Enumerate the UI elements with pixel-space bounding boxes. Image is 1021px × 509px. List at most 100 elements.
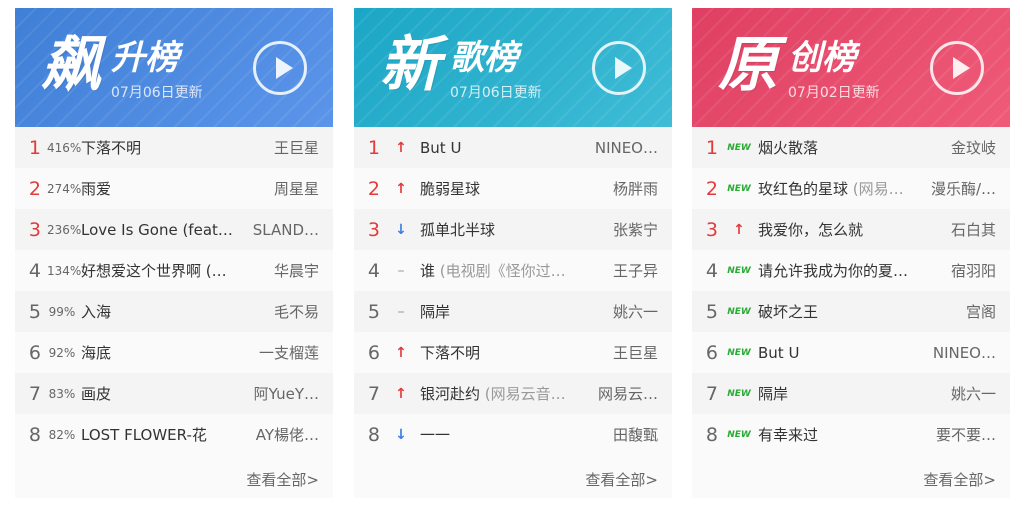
song-title[interactable]: 玫红色的星球 (网易… bbox=[754, 178, 918, 199]
artist-name[interactable]: AY楊佬… bbox=[241, 424, 333, 445]
song-title[interactable]: But U bbox=[416, 139, 580, 157]
song-row[interactable]: 5 99% 入海 毛不易 bbox=[15, 291, 333, 332]
song-title[interactable]: LOST FLOWER-花 bbox=[77, 424, 241, 445]
artist-name[interactable]: 网易云… bbox=[580, 383, 672, 404]
song-row[interactable]: 5 NEW 破坏之王 宫阁 bbox=[692, 291, 1010, 332]
artist-name[interactable]: 一支榴莲 bbox=[241, 342, 333, 363]
song-row[interactable]: 6 ↑ 下落不明 王巨星 bbox=[354, 332, 672, 373]
song-title[interactable]: 我爱你，怎么就 bbox=[754, 219, 918, 240]
song-row[interactable]: 2 274% 雨爱 周星星 bbox=[15, 168, 333, 209]
song-title[interactable]: Love Is Gone (feat… bbox=[77, 221, 241, 239]
artist-name[interactable]: 姚六一 bbox=[580, 301, 672, 322]
artist-name[interactable]: 姚六一 bbox=[918, 383, 1010, 404]
song-name[interactable]: 好想爱这个世界啊 (… bbox=[81, 262, 227, 280]
song-row[interactable]: 1 ↑ But U NINEO… bbox=[354, 127, 672, 168]
song-title[interactable]: But U bbox=[754, 344, 918, 362]
view-all-link[interactable]: 查看全部> bbox=[246, 469, 319, 490]
song-title[interactable]: 孤单北半球 bbox=[416, 219, 580, 240]
artist-name[interactable]: SLAND… bbox=[241, 221, 333, 239]
song-name[interactable]: 入海 bbox=[81, 303, 111, 321]
artist-name[interactable]: 要不要… bbox=[918, 424, 1010, 445]
artist-name[interactable]: 王子异 bbox=[580, 260, 672, 281]
artist-name[interactable]: 王巨星 bbox=[241, 137, 333, 158]
artist-name[interactable]: 杨胖雨 bbox=[580, 178, 672, 199]
song-row[interactable]: 2 NEW 玫红色的星球 (网易… 漫乐酶/… bbox=[692, 168, 1010, 209]
song-title[interactable]: 有幸来过 bbox=[754, 424, 918, 445]
song-name[interactable]: 下落不明 bbox=[420, 344, 480, 362]
artist-name[interactable]: 王巨星 bbox=[580, 342, 672, 363]
song-name[interactable]: 画皮 bbox=[81, 385, 111, 403]
song-name[interactable]: 下落不明 bbox=[81, 139, 141, 157]
song-name[interactable]: 破坏之王 bbox=[758, 303, 818, 321]
artist-name[interactable]: 张紫宁 bbox=[580, 219, 672, 240]
song-name[interactable]: 我爱你，怎么就 bbox=[758, 221, 863, 239]
song-row[interactable]: 2 ↑ 脆弱星球 杨胖雨 bbox=[354, 168, 672, 209]
song-title[interactable]: 好想爱这个世界啊 (… bbox=[77, 260, 241, 281]
view-all-link[interactable]: 查看全部> bbox=[585, 469, 658, 490]
song-name[interactable]: 银河赴约 bbox=[420, 385, 480, 403]
song-name[interactable]: 有幸来过 bbox=[758, 426, 818, 444]
song-row[interactable]: 6 92% 海底 一支榴莲 bbox=[15, 332, 333, 373]
artist-name[interactable]: 周星星 bbox=[241, 178, 333, 199]
song-row[interactable]: 8 82% LOST FLOWER-花 AY楊佬… bbox=[15, 414, 333, 455]
song-row[interactable]: 3 ↓ 孤单北半球 张紫宁 bbox=[354, 209, 672, 250]
song-name[interactable]: 脆弱星球 bbox=[420, 180, 480, 198]
artist-name[interactable]: 金玟岐 bbox=[918, 137, 1010, 158]
song-title[interactable]: 隔岸 bbox=[754, 383, 918, 404]
play-all-icon[interactable] bbox=[930, 41, 984, 95]
artist-name[interactable]: NINEO… bbox=[918, 344, 1010, 362]
song-row[interactable]: 1 416% 下落不明 王巨星 bbox=[15, 127, 333, 168]
song-name[interactable]: 海底 bbox=[81, 344, 111, 362]
song-title[interactable]: 破坏之王 bbox=[754, 301, 918, 322]
song-name[interactable]: 谁 bbox=[420, 262, 435, 280]
song-title[interactable]: 烟火散落 bbox=[754, 137, 918, 158]
song-name[interactable]: 烟火散落 bbox=[758, 139, 818, 157]
song-title[interactable]: 海底 bbox=[77, 342, 241, 363]
artist-name[interactable]: 毛不易 bbox=[241, 301, 333, 322]
song-row[interactable]: 5– 隔岸 姚六一 bbox=[354, 291, 672, 332]
song-row[interactable]: 4 NEW 请允许我成为你的夏… 宿羽阳 bbox=[692, 250, 1010, 291]
song-row[interactable]: 3 236% Love Is Gone (feat… SLAND… bbox=[15, 209, 333, 250]
song-title[interactable]: 入海 bbox=[77, 301, 241, 322]
song-title[interactable]: 画皮 bbox=[77, 383, 241, 404]
song-row[interactable]: 8 NEW 有幸来过 要不要… bbox=[692, 414, 1010, 455]
artist-name[interactable]: NINEO… bbox=[580, 139, 672, 157]
song-row[interactable]: 3 ↑ 我爱你，怎么就 石白其 bbox=[692, 209, 1010, 250]
song-row[interactable]: 7 NEW 隔岸 姚六一 bbox=[692, 373, 1010, 414]
artist-name[interactable]: 宿羽阳 bbox=[918, 260, 1010, 281]
song-row[interactable]: 7 83% 画皮 阿YueY… bbox=[15, 373, 333, 414]
song-row[interactable]: 7 ↑ 银河赴约 (网易云音… 网易云… bbox=[354, 373, 672, 414]
song-row[interactable]: 6 NEW But U NINEO… bbox=[692, 332, 1010, 373]
song-name[interactable]: 隔岸 bbox=[758, 385, 788, 403]
view-all-link[interactable]: 查看全部> bbox=[923, 469, 996, 490]
artist-name[interactable]: 石白其 bbox=[918, 219, 1010, 240]
song-name[interactable]: 孤单北半球 bbox=[420, 221, 495, 239]
song-name[interactable]: 隔岸 bbox=[420, 303, 450, 321]
song-title[interactable]: 谁 (电视剧《怪你过… bbox=[416, 260, 580, 281]
song-row[interactable]: 4– 谁 (电视剧《怪你过… 王子异 bbox=[354, 250, 672, 291]
song-name[interactable]: 雨爱 bbox=[81, 180, 111, 198]
song-title[interactable]: 下落不明 bbox=[416, 342, 580, 363]
song-name[interactable]: 一一 bbox=[420, 426, 450, 444]
song-row[interactable]: 4 134% 好想爱这个世界啊 (… 华晨宇 bbox=[15, 250, 333, 291]
artist-name[interactable]: 阿YueY… bbox=[241, 383, 333, 404]
song-name[interactable]: Love Is Gone (feat… bbox=[81, 221, 233, 239]
artist-name[interactable]: 华晨宇 bbox=[241, 260, 333, 281]
song-row[interactable]: 8 ↓ 一一 田馥甄 bbox=[354, 414, 672, 455]
song-title[interactable]: 隔岸 bbox=[416, 301, 580, 322]
artist-name[interactable]: 漫乐酶/… bbox=[918, 178, 1010, 199]
artist-name[interactable]: 田馥甄 bbox=[580, 424, 672, 445]
artist-name[interactable]: 宫阁 bbox=[918, 301, 1010, 322]
song-name[interactable]: But U bbox=[420, 139, 461, 157]
song-name[interactable]: But U bbox=[758, 344, 799, 362]
song-name[interactable]: 玫红色的星球 bbox=[758, 180, 848, 198]
song-name[interactable]: LOST FLOWER-花 bbox=[81, 426, 207, 444]
song-title[interactable]: 一一 bbox=[416, 424, 580, 445]
song-name[interactable]: 请允许我成为你的夏… bbox=[758, 262, 908, 280]
song-title[interactable]: 脆弱星球 bbox=[416, 178, 580, 199]
song-row[interactable]: 1 NEW 烟火散落 金玟岐 bbox=[692, 127, 1010, 168]
play-all-icon[interactable] bbox=[253, 41, 307, 95]
song-title[interactable]: 下落不明 bbox=[77, 137, 241, 158]
song-title[interactable]: 请允许我成为你的夏… bbox=[754, 260, 918, 281]
play-all-icon[interactable] bbox=[592, 41, 646, 95]
